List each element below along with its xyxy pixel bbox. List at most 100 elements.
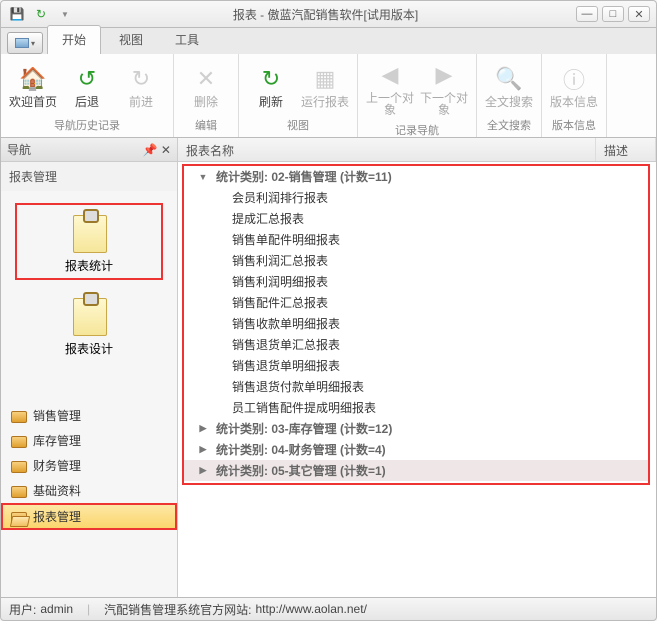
group-row[interactable]: ▶ 统计类别: 03-库存管理 (计数=12) [184,418,648,439]
tab-start[interactable]: 开始 [47,25,101,54]
ribbon: 🏠欢迎首页↺后退↻前进导航历史记录✕删除编辑↻刷新▦运行报表视图◀上一个对象▶下… [0,54,657,138]
next-object-button: ▶下一个对象 [418,56,470,120]
nav-sales-label: 销售管理 [33,407,81,424]
column-description[interactable]: 描述 [596,138,656,161]
folder-icon [11,411,27,423]
folder-icon [11,486,27,498]
status-user-label: 用户: [9,601,36,618]
group-row[interactable]: ▶统计类别: 05-其它管理 (计数=1) [184,460,648,481]
nav-reports[interactable]: 报表管理 [1,503,177,530]
grid-header: 报表名称 描述 [178,138,656,162]
group-label: 统计类别: 02-销售管理 (计数=11) [216,168,392,185]
report-row[interactable]: 销售退货单汇总报表 [184,334,648,355]
ribbon-group-title: 全文搜索 [483,115,535,135]
app-button[interactable]: ▾ [7,32,43,54]
report-name: 销售收款单明细报表 [232,315,340,332]
maximize-button[interactable]: □ [602,6,624,22]
report-stats-label: 报表统计 [65,257,113,274]
folder-icon [11,436,27,448]
back-button-label: 后退 [75,96,99,108]
report-row[interactable]: 提成汇总报表 [184,208,648,229]
chevron-right-icon: ▶ [200,444,207,455]
report-row[interactable]: 销售利润明细报表 [184,271,648,292]
forward-button: ↻ 前进 [115,56,167,115]
nav-reports-label: 报表管理 [33,508,81,525]
refresh-button-icon: ↻ [256,64,286,94]
clipboard-icon [71,209,107,253]
nav-sales[interactable]: 销售管理 [1,403,177,428]
group-row[interactable]: ▼统计类别: 02-销售管理 (计数=11) [184,166,648,187]
run-report-button: ▦运行报表 [299,56,351,115]
pin-icon[interactable]: 📌 ✕ [143,143,171,157]
forward-button-label: 前进 [129,96,153,108]
qat-refresh-icon[interactable]: ↻ [31,5,51,23]
report-row[interactable]: 销售退货单明细报表 [184,355,648,376]
tab-view[interactable]: 视图 [105,26,157,54]
chevron-right-icon: ▶ [200,423,207,434]
nav-panel: 导航 📌 ✕ 报表管理 报表统计报表设计 销售管理库存管理财务管理基础资料报表管… [1,138,178,597]
tab-tools[interactable]: 工具 [161,26,213,54]
report-row[interactable]: 销售退货付款单明细报表 [184,376,648,397]
nav-basic[interactable]: 基础资料 [1,478,177,503]
clipboard-icon [71,292,107,336]
report-name: 销售退货付款单明细报表 [232,378,364,395]
nav-title: 导航 [7,141,31,158]
back-button-icon: ↺ [72,64,102,94]
content-area: 报表名称 描述 ▼统计类别: 02-销售管理 (计数=11) 会员利润排行报表提成… [178,138,656,597]
nav-inventory[interactable]: 库存管理 [1,428,177,453]
status-site-label: 汽配销售管理系统官方网站: [104,601,251,618]
report-name: 销售利润汇总报表 [232,252,328,269]
prev-object-button-icon: ◀ [375,60,405,90]
delete-button-label: 删除 [194,96,218,108]
refresh-button[interactable]: ↻ 刷新 [245,56,297,115]
status-site-url[interactable]: http://www.aolan.net/ [256,602,367,616]
report-name: 销售退货单汇总报表 [232,336,340,353]
next-object-button-icon: ▶ [429,60,459,90]
window-title: 报表 - 傲蓝汽配销售软件[试用版本] [75,6,576,23]
report-row[interactable]: 销售收款单明细报表 [184,313,648,334]
report-row[interactable]: 销售利润汇总报表 [184,250,648,271]
report-row[interactable]: 销售单配件明细报表 [184,229,648,250]
ribbon-group-title: 编辑 [180,115,232,135]
report-name: 会员利润排行报表 [232,189,328,206]
qat-save-icon[interactable]: 💾 [7,5,27,23]
nav-finance[interactable]: 财务管理 [1,453,177,478]
report-row[interactable]: 员工销售配件提成明细报表 [184,397,648,418]
version-info-button-icon: ⓘ [559,64,589,94]
ribbon-group-title: 导航历史记录 [7,115,167,135]
chevron-right-icon: ▶ [200,465,207,476]
report-design[interactable]: 报表设计 [15,286,163,363]
minimize-button[interactable]: — [576,6,598,22]
quick-access-toolbar: 💾 ↻ ▼ [7,5,75,23]
ribbon-group-title: 记录导航 [364,120,470,140]
title-bar: 💾 ↻ ▼ 报表 - 傲蓝汽配销售软件[试用版本] — □ ✕ [0,0,657,28]
back-button[interactable]: ↺ 后退 [61,56,113,115]
close-button[interactable]: ✕ [628,6,650,22]
version-info-button-label: 版本信息 [550,96,598,108]
report-name: 销售退货单明细报表 [232,357,340,374]
group-label: 统计类别: 03-库存管理 (计数=12) [216,420,392,437]
folder-icon [11,461,27,473]
full-search-button: 🔍全文搜索 [483,56,535,115]
full-search-button-icon: 🔍 [494,64,524,94]
report-stats[interactable]: 报表统计 [15,203,163,280]
report-name: 销售配件汇总报表 [232,294,328,311]
nav-inventory-label: 库存管理 [33,432,81,449]
report-name: 提成汇总报表 [232,210,304,227]
report-row[interactable]: 会员利润排行报表 [184,187,648,208]
version-info-button: ⓘ 版本信息 [548,56,600,115]
column-report-name[interactable]: 报表名称 [178,138,596,161]
report-row[interactable]: 销售配件汇总报表 [184,292,648,313]
welcome-home-button[interactable]: 🏠欢迎首页 [7,56,59,115]
group-row[interactable]: ▶统计类别: 04-财务管理 (计数=4) [184,439,648,460]
welcome-home-button-icon: 🏠 [18,64,48,94]
report-name: 员工销售配件提成明细报表 [232,399,376,416]
nav-section-title: 报表管理 [1,162,177,191]
run-report-button-label: 运行报表 [301,96,349,108]
forward-button-icon: ↻ [126,64,156,94]
report-design-label: 报表设计 [65,340,113,357]
refresh-button-label: 刷新 [259,96,283,108]
ribbon-group-title: 视图 [245,115,351,135]
ribbon-group-title: 版本信息 [548,115,600,135]
qat-dropdown-icon[interactable]: ▼ [55,5,75,23]
